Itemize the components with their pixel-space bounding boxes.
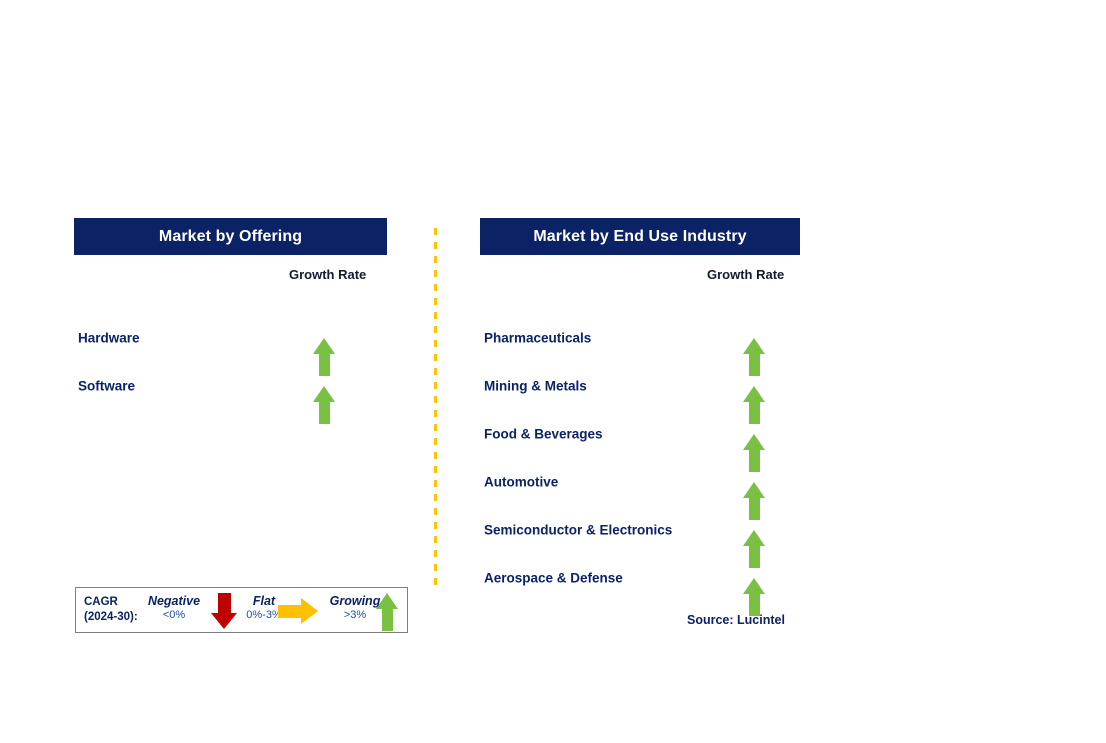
legend-label-negative: Negative <box>147 594 201 608</box>
row-label-software: Software <box>78 378 136 394</box>
panel-title-end-use-industry: Market by End Use Industry <box>480 218 800 255</box>
source-attribution: Source: Lucintel <box>687 613 785 627</box>
table-row: Food & Beverages <box>480 410 800 472</box>
row-label-pharmaceuticals: Pharmaceuticals <box>484 330 592 346</box>
legend-cagr-line1: CAGR <box>84 596 118 608</box>
table-row: Software <box>74 362 387 424</box>
offering-row-list: Hardware Software <box>74 255 387 424</box>
panel-title-offering: Market by Offering <box>74 218 387 255</box>
table-row: Aerospace & Defense <box>480 554 800 616</box>
market-by-offering-panel: Market by Offering Growth Rate Hardware … <box>74 218 387 424</box>
row-label-semiconductor-electronics: Semiconductor & Electronics <box>484 522 673 538</box>
cagr-legend: CAGR (2024-30): Negative <0% Flat 0%-3% … <box>75 587 408 633</box>
vertical-dashed-divider <box>434 228 437 588</box>
table-row: Semiconductor & Electronics <box>480 506 800 568</box>
row-label-automotive: Automotive <box>484 474 559 490</box>
table-row: Hardware <box>74 314 387 376</box>
row-label-aerospace-defense: Aerospace & Defense <box>484 570 623 586</box>
table-row: Mining & Metals <box>480 362 800 424</box>
table-row: Automotive <box>480 458 800 520</box>
row-label-hardware: Hardware <box>78 330 140 346</box>
legend-range-negative: <0% <box>162 609 186 621</box>
table-row: Pharmaceuticals <box>480 314 800 376</box>
legend-item-negative: Negative <0% <box>138 594 210 621</box>
legend-cagr-caption: CAGR (2024-30): <box>84 595 138 625</box>
row-label-mining-metals: Mining & Metals <box>484 378 587 394</box>
end-use-row-list: Pharmaceuticals Mining & Metals Food & B… <box>480 255 800 616</box>
row-label-food-beverages: Food & Beverages <box>484 426 603 442</box>
legend-cagr-line2: (2024-30): <box>84 611 138 623</box>
market-by-end-use-industry-panel: Market by End Use Industry Growth Rate P… <box>480 218 800 616</box>
